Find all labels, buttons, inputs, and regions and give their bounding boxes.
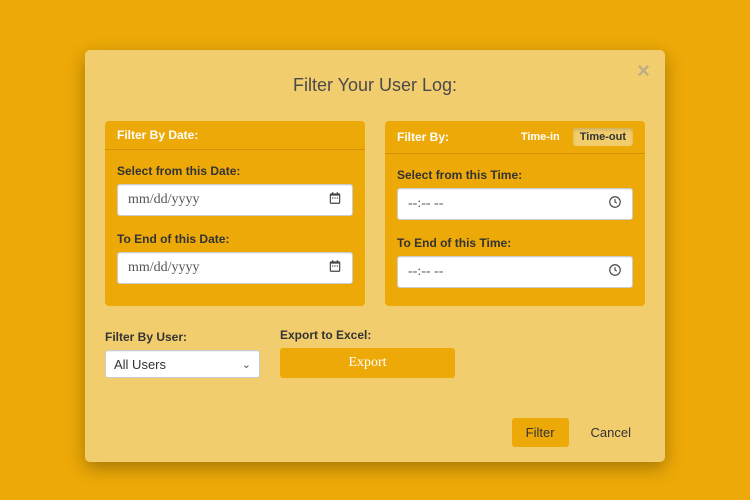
date-filter-card: Filter By Date: Select from this Date: m… bbox=[105, 121, 365, 306]
user-filter-label: Filter By User: bbox=[105, 330, 260, 344]
cancel-button[interactable]: Cancel bbox=[577, 418, 645, 447]
calendar-icon bbox=[328, 191, 342, 210]
time-to-input[interactable]: --:-- -- bbox=[397, 256, 633, 288]
clock-icon bbox=[608, 195, 622, 214]
user-filter-select[interactable]: All Users ⌄ bbox=[105, 350, 260, 378]
time-card-header: Filter By: Time-in Time-out bbox=[385, 121, 645, 154]
time-card-title: Filter By: bbox=[397, 130, 449, 144]
time-toggle-group: Time-in Time-out bbox=[514, 128, 633, 146]
date-to-value: mm/dd/yyyy bbox=[128, 260, 200, 276]
cards-row: Filter By Date: Select from this Date: m… bbox=[105, 121, 645, 306]
time-from-input[interactable]: --:-- -- bbox=[397, 188, 633, 220]
time-from-value: --:-- -- bbox=[408, 196, 443, 212]
user-filter-selected: All Users bbox=[114, 357, 166, 372]
bottom-row: Filter By User: All Users ⌄ Export to Ex… bbox=[105, 324, 645, 378]
toggle-time-out[interactable]: Time-out bbox=[573, 128, 633, 146]
chevron-down-icon: ⌄ bbox=[242, 358, 251, 371]
date-from-input[interactable]: mm/dd/yyyy bbox=[117, 184, 353, 216]
date-card-header: Filter By Date: bbox=[105, 121, 365, 150]
filter-button[interactable]: Filter bbox=[512, 418, 569, 447]
filter-log-modal: × Filter Your User Log: Filter By Date: … bbox=[85, 50, 665, 462]
export-label: Export to Excel: bbox=[280, 328, 455, 342]
clock-icon bbox=[608, 263, 622, 282]
export-col: Export to Excel: Export bbox=[280, 324, 455, 378]
time-from-label: Select from this Time: bbox=[397, 168, 633, 182]
time-card-body: Select from this Time: --:-- -- To End o… bbox=[385, 154, 645, 306]
toggle-time-in[interactable]: Time-in bbox=[514, 128, 567, 146]
date-to-label: To End of this Date: bbox=[117, 232, 353, 246]
date-from-label: Select from this Date: bbox=[117, 164, 353, 178]
time-filter-card: Filter By: Time-in Time-out Select from … bbox=[385, 121, 645, 306]
date-card-body: Select from this Date: mm/dd/yyyy To End… bbox=[105, 150, 365, 302]
modal-title: Filter Your User Log: bbox=[105, 75, 645, 96]
close-icon[interactable]: × bbox=[637, 60, 650, 82]
time-to-label: To End of this Time: bbox=[397, 236, 633, 250]
export-button[interactable]: Export bbox=[280, 348, 455, 378]
date-to-input[interactable]: mm/dd/yyyy bbox=[117, 252, 353, 284]
calendar-icon bbox=[328, 259, 342, 278]
user-filter-col: Filter By User: All Users ⌄ bbox=[105, 326, 260, 378]
date-from-value: mm/dd/yyyy bbox=[128, 192, 200, 208]
date-card-title: Filter By Date: bbox=[117, 128, 198, 142]
time-to-value: --:-- -- bbox=[408, 264, 443, 280]
modal-footer: Filter Cancel bbox=[105, 418, 645, 447]
